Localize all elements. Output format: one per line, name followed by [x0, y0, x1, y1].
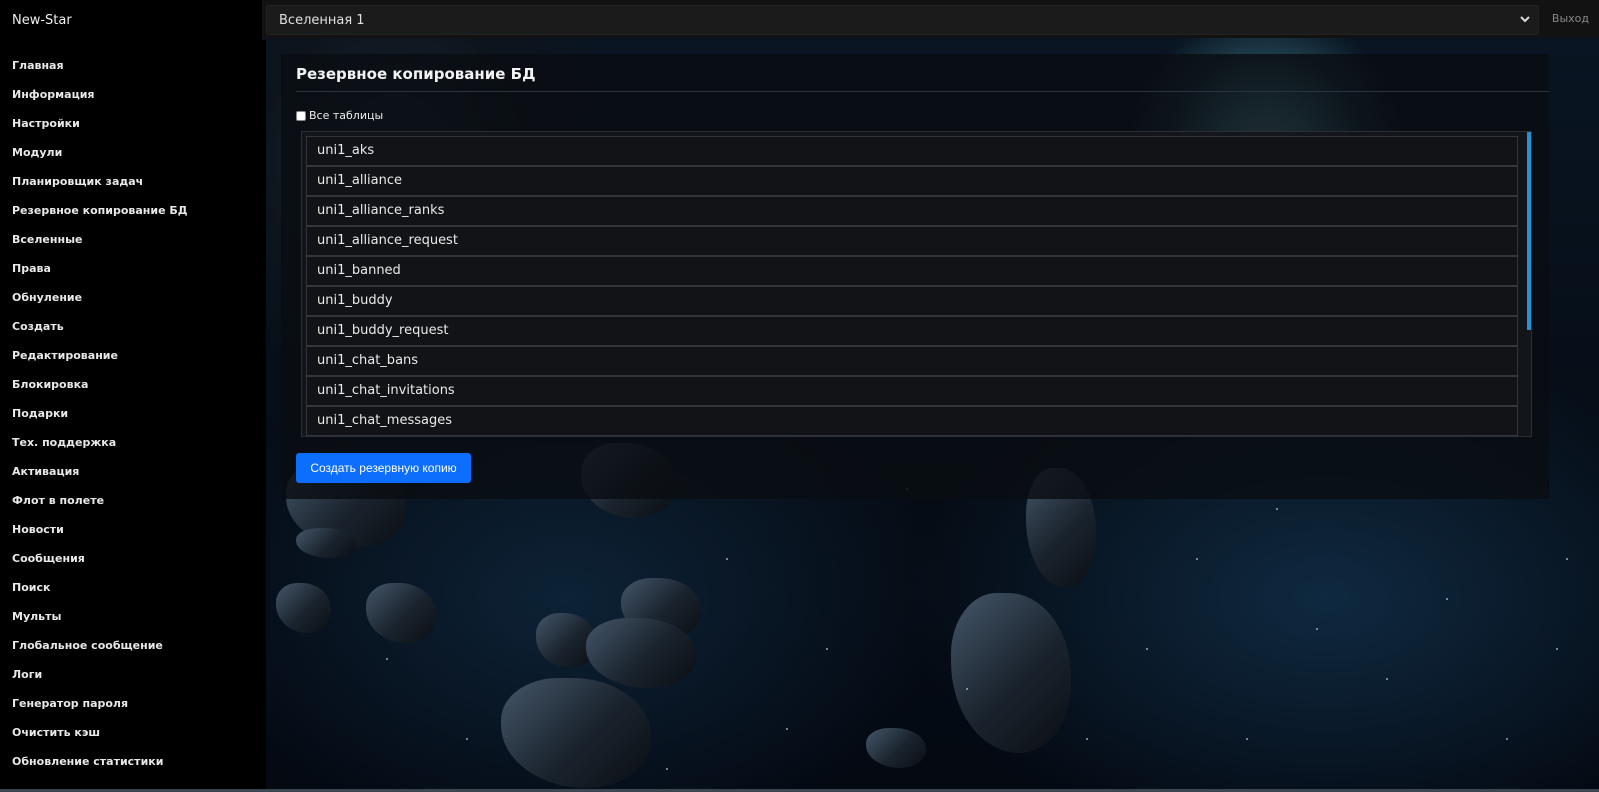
- sidebar-nav: Главная Информация Настройки Модули Планиров…: [0, 40, 266, 776]
- star-decoration: [726, 558, 728, 560]
- star-decoration: [826, 648, 828, 650]
- page-title: Резервное копирование БД: [296, 54, 1549, 92]
- universe-select[interactable]: Вселенная 1: [266, 5, 1539, 35]
- sidebar-item[interactable]: Редактирование: [0, 341, 266, 370]
- brand-logo[interactable]: New-Star: [0, 0, 262, 40]
- star-decoration: [1506, 738, 1508, 740]
- table-option[interactable]: uni1_alliance: [306, 166, 1518, 196]
- star-decoration: [1386, 678, 1388, 680]
- all-tables-label: Все таблицы: [309, 109, 384, 122]
- star-decoration: [1566, 558, 1568, 560]
- sidebar-item[interactable]: Генератор пароля: [0, 689, 266, 718]
- sidebar-item[interactable]: Активация: [0, 457, 266, 486]
- sidebar-item[interactable]: Настройки: [0, 109, 266, 138]
- sidebar-item[interactable]: Информация: [0, 80, 266, 109]
- backup-panel: Резервное копирование БД Все таблицы uni…: [281, 54, 1549, 499]
- sidebar-item[interactable]: Новости: [0, 515, 266, 544]
- checkbox-icon[interactable]: [296, 110, 306, 121]
- star-decoration: [1276, 508, 1278, 510]
- star-decoration: [1246, 738, 1248, 740]
- table-option[interactable]: uni1_aks: [306, 136, 1518, 166]
- star-decoration: [1446, 598, 1448, 600]
- sidebar-item[interactable]: Создать: [0, 312, 266, 341]
- sidebar-item[interactable]: Главная: [0, 51, 266, 80]
- tables-listbox[interactable]: uni1_aks uni1_alliance uni1_alliance_ranks…: [301, 131, 1532, 437]
- star-decoration: [1316, 628, 1318, 630]
- sidebar-item[interactable]: Вселенные: [0, 225, 266, 254]
- create-backup-button[interactable]: Создать резервную копию: [296, 453, 471, 483]
- star-decoration: [1146, 648, 1148, 650]
- star-decoration: [966, 688, 968, 690]
- table-option[interactable]: uni1_chat_bans: [306, 346, 1518, 376]
- star-decoration: [1556, 648, 1558, 650]
- sidebar-item[interactable]: Права: [0, 254, 266, 283]
- sidebar-item[interactable]: Флот в полете: [0, 486, 266, 515]
- table-option[interactable]: uni1_alliance_request: [306, 226, 1518, 256]
- sidebar-item[interactable]: Обнуление: [0, 283, 266, 312]
- star-decoration: [386, 658, 388, 660]
- star-decoration: [466, 738, 468, 740]
- table-option[interactable]: uni1_buddy_request: [306, 316, 1518, 346]
- sidebar: Главная Информация Настройки Модули Планиров…: [0, 40, 266, 792]
- sidebar-item[interactable]: Планировщик задач: [0, 167, 266, 196]
- table-option[interactable]: uni1_chat_invitations: [306, 376, 1518, 406]
- star-decoration: [1196, 558, 1198, 560]
- table-option[interactable]: uni1_buddy: [306, 286, 1518, 316]
- star-decoration: [786, 728, 788, 730]
- sidebar-item[interactable]: Обновление статистики: [0, 747, 266, 776]
- sidebar-item[interactable]: Подарки: [0, 399, 266, 428]
- sidebar-item[interactable]: Резервное копирование БД: [0, 196, 266, 225]
- universe-select-value: Вселенная 1: [279, 13, 365, 28]
- sidebar-item[interactable]: Модули: [0, 138, 266, 167]
- sidebar-item[interactable]: Очистить кэш: [0, 718, 266, 747]
- listbox-scrollbar[interactable]: [1527, 132, 1531, 330]
- star-decoration: [666, 768, 668, 770]
- table-option[interactable]: uni1_alliance_ranks: [306, 196, 1518, 226]
- sidebar-item[interactable]: Мульты: [0, 602, 266, 631]
- table-list: uni1_aks uni1_alliance uni1_alliance_ranks…: [306, 136, 1518, 436]
- sidebar-item[interactable]: Глобальное сообщение: [0, 631, 266, 660]
- sidebar-item[interactable]: Поиск: [0, 573, 266, 602]
- sidebar-item[interactable]: Логи: [0, 660, 266, 689]
- sidebar-item[interactable]: Блокировка: [0, 370, 266, 399]
- table-option[interactable]: uni1_banned: [306, 256, 1518, 286]
- chevron-down-icon: [1520, 16, 1530, 23]
- sidebar-item[interactable]: Сообщения: [0, 544, 266, 573]
- all-tables-checkbox[interactable]: Все таблицы: [296, 109, 383, 122]
- star-decoration: [1086, 738, 1088, 740]
- sidebar-item[interactable]: Тех. поддержка: [0, 428, 266, 457]
- table-option[interactable]: uni1_chat_messages: [306, 406, 1518, 436]
- logout-link[interactable]: Выход: [1552, 12, 1589, 25]
